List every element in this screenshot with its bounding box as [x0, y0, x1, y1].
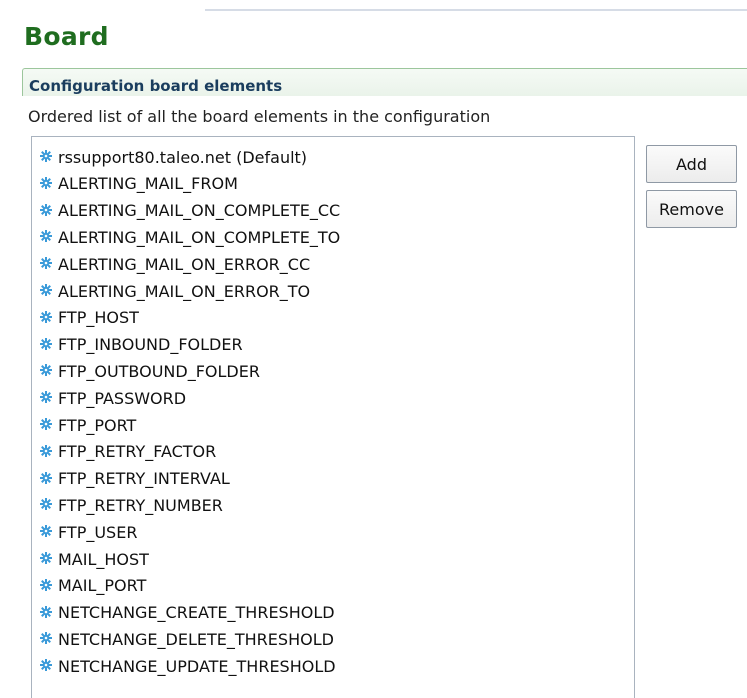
list-item[interactable]: ALERTING_MAIL_FROM — [40, 173, 238, 195]
list-item-label: FTP_OUTBOUND_FOLDER — [58, 361, 260, 381]
list-item-label: ALERTING_MAIL_FROM — [58, 174, 238, 194]
list-item[interactable]: FTP_HOST — [40, 307, 139, 329]
list-item[interactable]: NETCHANGE_CREATE_THRESHOLD — [40, 602, 335, 624]
gear-icon — [40, 603, 52, 618]
editor-top-edge — [0, 0, 747, 12]
list-item-label: ALERTING_MAIL_ON_ERROR_CC — [58, 254, 311, 274]
list-item-label: MAIL_PORT — [58, 576, 147, 596]
list-item[interactable]: MAIL_HOST — [40, 548, 149, 570]
list-item-label: FTP_HOST — [58, 308, 139, 328]
section-description: Ordered list of all the board elements i… — [28, 107, 491, 126]
list-item-label: ALERTING_MAIL_ON_COMPLETE_CC — [58, 201, 341, 221]
board-editor: Board Configuration board elements Order… — [0, 0, 747, 698]
gear-icon — [40, 147, 52, 162]
gear-icon — [40, 495, 52, 511]
list-item[interactable]: NETCHANGE_UPDATE_THRESHOLD — [40, 655, 336, 677]
gear-icon — [40, 227, 52, 243]
gear-icon — [40, 361, 52, 377]
list-item[interactable]: ALERTING_MAIL_ON_ERROR_CC — [40, 253, 310, 275]
list-item[interactable]: rssupport80.taleo.net (Default) — [40, 146, 307, 168]
list-item-label: FTP_PORT — [58, 415, 137, 435]
list-item[interactable]: MAIL_PORT — [40, 575, 146, 597]
gear-icon — [40, 308, 52, 323]
gear-icon — [40, 656, 52, 672]
list-item-label: rssupport80.taleo.net (Default) — [58, 147, 308, 167]
list-item[interactable]: ALERTING_MAIL_ON_COMPLETE_TO — [40, 226, 340, 248]
list-item[interactable]: ALERTING_MAIL_ON_ERROR_TO — [40, 280, 310, 302]
gear-icon — [40, 254, 52, 270]
gear-icon — [40, 281, 52, 296]
list-item[interactable]: FTP_PORT — [40, 414, 136, 436]
list-item-label: FTP_RETRY_NUMBER — [58, 495, 223, 515]
gear-icon — [40, 442, 52, 457]
gear-icon — [40, 522, 52, 538]
list-item-label: FTP_USER — [58, 522, 138, 542]
list-item-label: ALERTING_MAIL_ON_ERROR_TO — [58, 281, 311, 301]
list-item[interactable]: NETCHANGE_DELETE_THRESHOLD — [40, 628, 334, 650]
gear-icon — [40, 415, 52, 430]
gear-icon — [40, 629, 52, 645]
list-item-label: FTP_RETRY_FACTOR — [58, 442, 217, 462]
list-item-label: NETCHANGE_UPDATE_THRESHOLD — [58, 656, 336, 676]
remove-button[interactable]: Remove — [646, 190, 737, 228]
list-item-label: NETCHANGE_DELETE_THRESHOLD — [58, 629, 334, 649]
list-item[interactable]: FTP_PASSWORD — [40, 387, 186, 409]
gear-icon — [40, 174, 52, 189]
list-item-label: ALERTING_MAIL_ON_COMPLETE_TO — [58, 227, 341, 247]
list-item-label: FTP_INBOUND_FOLDER — [58, 335, 243, 355]
page-title: Board — [24, 22, 109, 51]
list-item[interactable]: ALERTING_MAIL_ON_COMPLETE_CC — [40, 200, 340, 222]
add-button[interactable]: Add — [646, 145, 737, 183]
list-item[interactable]: FTP_RETRY_NUMBER — [40, 494, 223, 516]
section-header: Configuration board elements — [22, 68, 747, 96]
section-title: Configuration board elements — [29, 77, 283, 95]
list-item-label: FTP_PASSWORD — [58, 388, 187, 408]
list-item-label: NETCHANGE_CREATE_THRESHOLD — [58, 603, 335, 623]
list-item[interactable]: FTP_RETRY_FACTOR — [40, 441, 216, 463]
list-item[interactable]: FTP_INBOUND_FOLDER — [40, 334, 243, 356]
gear-icon — [40, 335, 52, 350]
list-item[interactable]: FTP_OUTBOUND_FOLDER — [40, 360, 260, 382]
board-elements-list[interactable]: rssupport80.taleo.net (Default) ALERTING_… — [31, 136, 635, 698]
gear-icon — [40, 388, 52, 404]
list-item-label: FTP_RETRY_INTERVAL — [58, 469, 230, 489]
gear-icon — [40, 201, 52, 216]
gear-icon — [40, 576, 52, 591]
tab-strip — [205, 9, 747, 11]
list-item-label: MAIL_HOST — [58, 549, 149, 569]
list-item[interactable]: FTP_RETRY_INTERVAL — [40, 468, 230, 490]
list-item[interactable]: FTP_USER — [40, 521, 137, 543]
gear-icon — [40, 469, 52, 484]
gear-icon — [40, 549, 52, 564]
